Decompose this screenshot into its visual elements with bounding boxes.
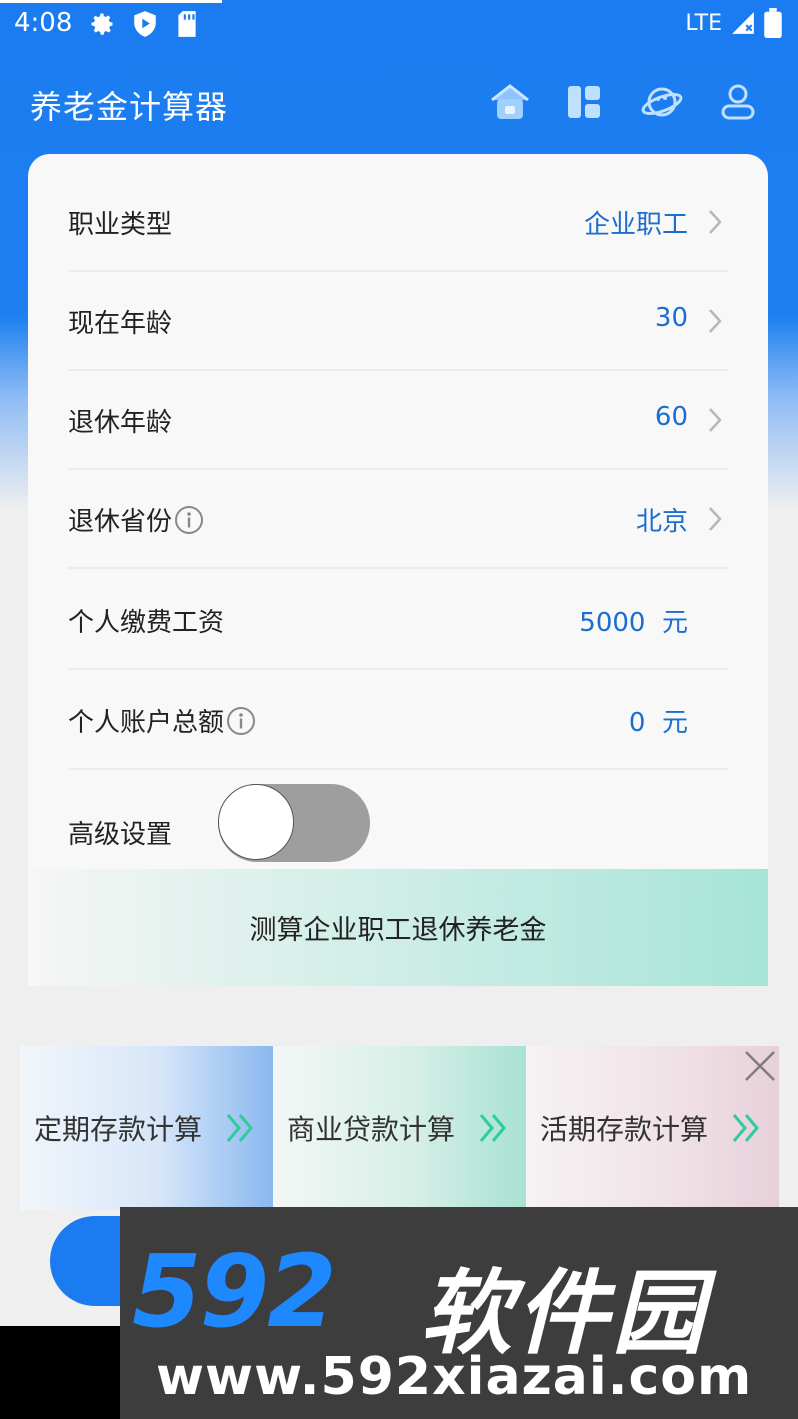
row-label: 退休省份 bbox=[68, 507, 173, 537]
double-chevron-right-icon bbox=[226, 1114, 253, 1142]
chevron-right-icon bbox=[709, 507, 722, 531]
contribution-wage-input[interactable]: 5000 元 bbox=[579, 602, 688, 639]
row-label: 退休年龄 bbox=[68, 408, 173, 438]
page-title: 养老金计算器 bbox=[30, 88, 229, 126]
watermark-overlay: 592 软件园 www.592xiazai.com bbox=[120, 1207, 798, 1419]
row-label: 职业类型 bbox=[68, 210, 173, 240]
signal-icon bbox=[732, 12, 754, 34]
advanced-settings-label: 高级设置 bbox=[68, 820, 173, 850]
advanced-settings-toggle[interactable] bbox=[218, 784, 370, 862]
pension-form-card: 职业类型 企业职工 现在年龄 30 退休年龄 60 退休省份 北京 个人缴费工资… bbox=[28, 154, 768, 986]
chevron-right-icon bbox=[709, 408, 722, 432]
status-right-group: LTE bbox=[685, 8, 782, 38]
row-retire-province[interactable]: 退休省份 北京 bbox=[68, 471, 728, 569]
status-strip bbox=[0, 0, 222, 3]
account-total-input[interactable]: 0 元 bbox=[629, 702, 688, 739]
row-label: 现在年龄 bbox=[68, 309, 173, 339]
watermark-brand-number: 592 bbox=[132, 1233, 337, 1350]
row-contribution-wage[interactable]: 个人缴费工资 5000 元 bbox=[68, 572, 728, 670]
row-label: 个人缴费工资 bbox=[68, 608, 225, 638]
planet-icon[interactable] bbox=[640, 80, 684, 124]
home-icon[interactable] bbox=[488, 80, 532, 124]
occupation-type-value: 企业职工 bbox=[583, 210, 688, 240]
banner-tile-fixed-deposit[interactable]: 定期存款计算 bbox=[20, 1046, 273, 1210]
info-icon[interactable] bbox=[226, 706, 256, 736]
banner-tile-commercial-loan[interactable]: 商业贷款计算 bbox=[273, 1046, 526, 1210]
status-bar: 4:08 LTE bbox=[0, 0, 798, 50]
close-icon[interactable] bbox=[740, 1046, 780, 1086]
sd-card-icon bbox=[178, 11, 196, 37]
row-label: 个人账户总额 bbox=[68, 708, 225, 738]
info-icon[interactable] bbox=[174, 505, 204, 535]
retire-province-value: 北京 bbox=[635, 507, 688, 537]
tile-label: 活期存款计算 bbox=[540, 1113, 709, 1146]
user-icon[interactable] bbox=[716, 80, 760, 124]
row-label-wrap: 退休省份 bbox=[68, 501, 204, 538]
row-account-total[interactable]: 个人账户总额 0 元 bbox=[68, 672, 728, 770]
network-type: LTE bbox=[685, 10, 722, 36]
battery-icon bbox=[764, 8, 782, 38]
bottom-black-bar bbox=[0, 1326, 130, 1419]
calculate-button[interactable]: 测算企业职工退休养老金 bbox=[28, 869, 768, 986]
status-time: 4:08 bbox=[14, 8, 73, 38]
row-current-age[interactable]: 现在年龄 30 bbox=[68, 273, 728, 371]
retire-age-value: 60 bbox=[654, 402, 688, 432]
chevron-right-icon bbox=[709, 210, 722, 234]
watermark-url: www.592xiazai.com bbox=[156, 1347, 753, 1407]
row-retire-age[interactable]: 退休年龄 60 bbox=[68, 372, 728, 470]
settings-icon bbox=[91, 13, 113, 35]
double-chevron-right-icon bbox=[479, 1114, 506, 1142]
tile-label: 商业贷款计算 bbox=[287, 1113, 456, 1146]
toggle-knob bbox=[218, 784, 294, 860]
dashboard-icon[interactable] bbox=[562, 80, 606, 124]
row-label-wrap: 个人账户总额 bbox=[68, 702, 256, 739]
row-occupation-type[interactable]: 职业类型 企业职工 bbox=[68, 174, 728, 272]
row-advanced-settings: 高级设置 bbox=[68, 784, 728, 882]
double-chevron-right-icon bbox=[732, 1114, 759, 1142]
play-protect-icon bbox=[134, 11, 156, 37]
chevron-right-icon bbox=[709, 309, 722, 333]
tile-label: 定期存款计算 bbox=[34, 1113, 203, 1146]
current-age-value: 30 bbox=[654, 303, 688, 333]
